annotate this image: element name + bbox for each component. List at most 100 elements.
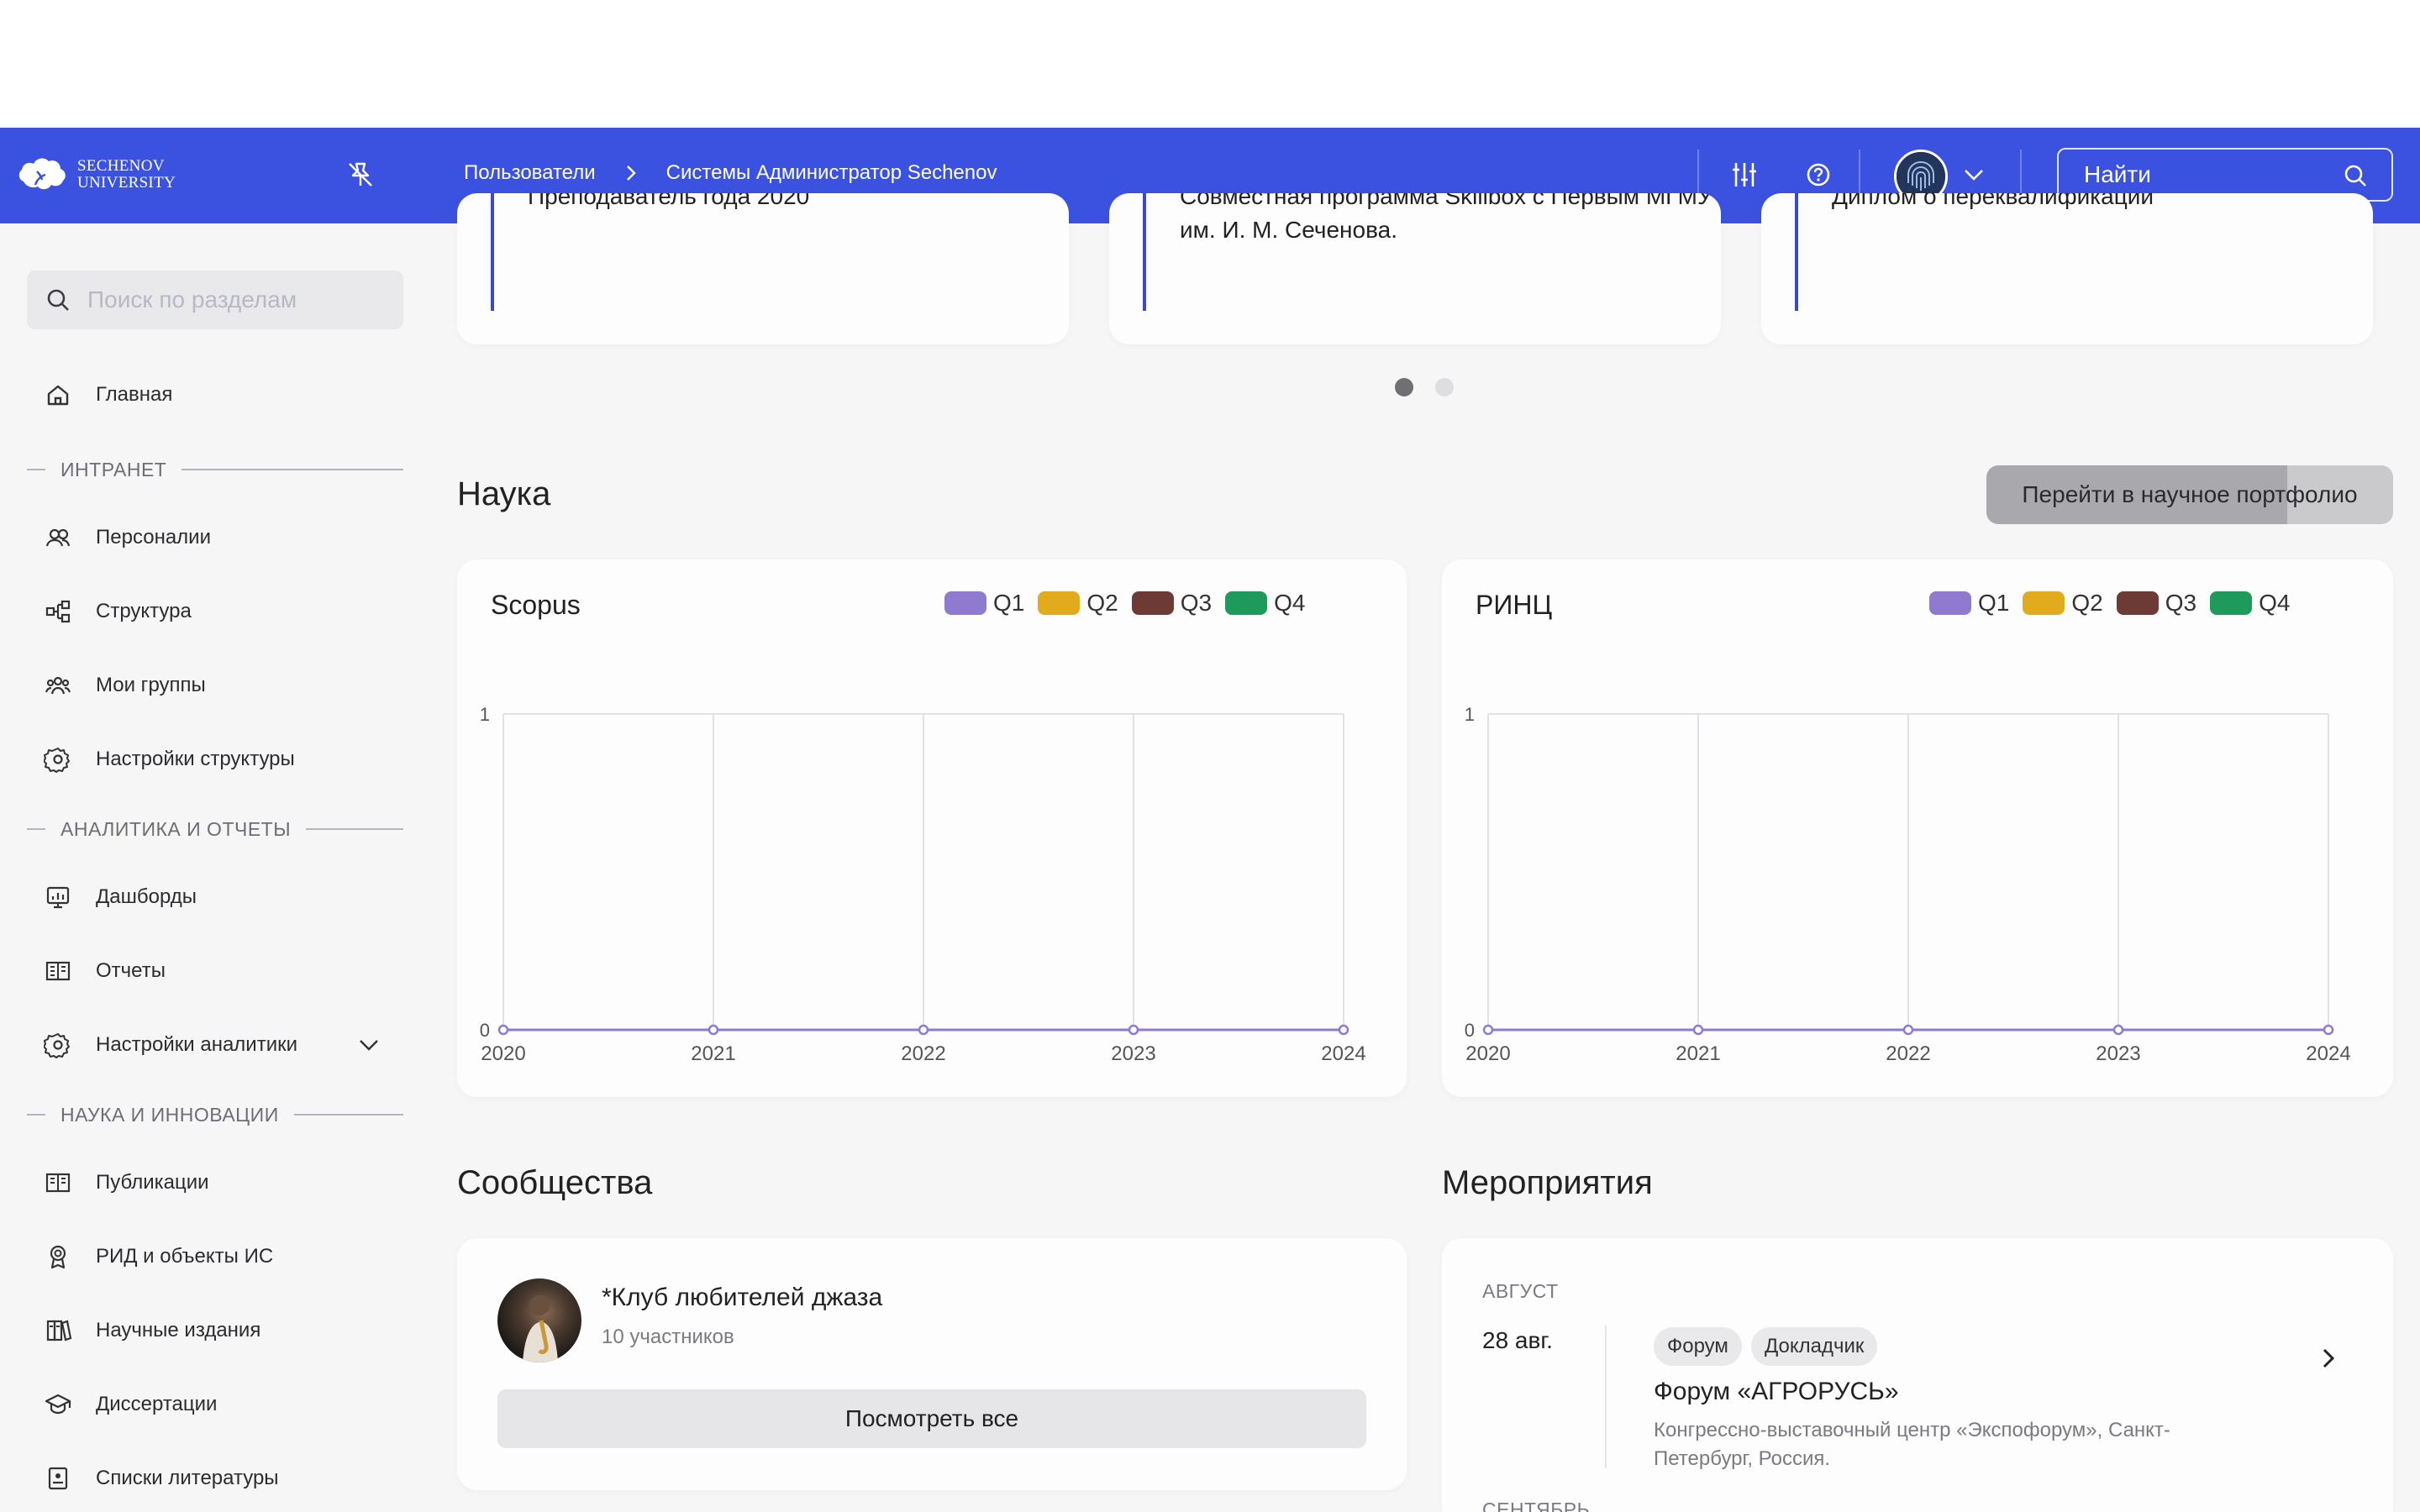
legend-label: Q4: [1274, 590, 1306, 616]
x-tick-label: 2021: [1676, 1042, 1720, 1065]
events-title: Мероприятия: [1442, 1164, 1653, 1201]
legend-item-q4[interactable]: Q4: [1225, 590, 1305, 617]
news-card[interactable]: Диплом о переквалификации: [1761, 193, 2373, 344]
chevron-down-icon[interactable]: [1961, 165, 1986, 185]
chevron-down-icon[interactable]: [356, 1035, 381, 1055]
data-point: [1692, 1024, 1704, 1036]
badge-icon: [50, 1245, 66, 1269]
chart-legend: Q1 Q2 Q3 Q4: [1929, 590, 2290, 617]
event-date: 28 авг.: [1482, 1327, 1553, 1353]
legend-label: Q2: [2071, 590, 2103, 616]
chart-title: Scopus: [491, 590, 581, 620]
help-icon[interactable]: [1802, 158, 1835, 192]
section-label: ИНТРАНЕТ: [60, 458, 167, 480]
scopus-chart-plot: 2020 2021 2022 2023 2024 0 1: [480, 704, 1366, 1065]
news-accent-bar: [491, 193, 494, 311]
data-point: [2112, 1024, 2124, 1036]
x-tick-label: 2024: [2306, 1042, 2350, 1065]
legend-label: Q2: [1086, 590, 1118, 616]
carousel-dot-active[interactable]: [1395, 378, 1413, 396]
science-portfolio-button[interactable]: Перейти в научное портфолио: [1986, 465, 2393, 524]
chevron-right-icon: [626, 165, 636, 181]
sidebar: Поиск по разделам Главная ИНТРАНЕТ Персо…: [0, 223, 429, 1512]
gear-icon: [44, 748, 70, 773]
legend-label: Q3: [1180, 590, 1213, 616]
news-card[interactable]: Преподаватель года 2020: [457, 193, 1069, 344]
event-name[interactable]: Форум «АГРОРУСЬ»: [1654, 1378, 1899, 1406]
x-tick-label: 2022: [1886, 1042, 1930, 1065]
x-tick-label: 2023: [1111, 1042, 1155, 1065]
data-point: [1482, 1024, 1494, 1036]
data-point: [1902, 1024, 1914, 1036]
events-card: АВГУСТ 28 авг. Форум Докладчик Форум «АГ…: [1442, 1238, 2393, 1512]
breadcrumb-current[interactable]: Системы Администратор Sechenov: [666, 161, 997, 185]
chevron-right-icon[interactable]: [2316, 1344, 2341, 1373]
sidebar-item-journals[interactable]: Научные издания: [44, 1314, 260, 1347]
section-intranet: ИНТРАНЕТ: [27, 457, 403, 482]
sidebar-item-analytics-settings[interactable]: Настройки аналитики: [44, 1028, 297, 1062]
legend-item-q3[interactable]: Q3: [1131, 590, 1213, 617]
sidebar-search-input[interactable]: Поиск по разделам: [27, 270, 403, 329]
legend-item-q2[interactable]: Q2: [2023, 590, 2103, 617]
gear-icon: [44, 1033, 70, 1058]
rinc-chart-plot: 2020 2021 2022 2023 2024 0 1: [1465, 704, 2351, 1065]
header-search-label: Найти: [2084, 161, 2151, 187]
x-tick-label: 2022: [901, 1042, 945, 1065]
sidebar-item-structure[interactable]: Структура: [44, 595, 192, 628]
logo-line1: SECHENOV: [77, 157, 165, 175]
section-label: АНАЛИТИКА И ОТЧЕТЫ: [60, 817, 292, 840]
event-tag: Форум: [1654, 1327, 1742, 1366]
sidebar-item-rid[interactable]: РИД и объекты ИС: [44, 1240, 273, 1273]
sidebar-item-label: Дашборды: [96, 885, 197, 908]
logo-mark-icon: [18, 158, 66, 190]
legend-item-q2[interactable]: Q2: [1038, 590, 1118, 617]
saxophone-photo-icon: [523, 1295, 558, 1362]
section-label: НАУКА И ИННОВАЦИИ: [60, 1103, 279, 1126]
news-accent-bar: [1143, 193, 1146, 311]
community-name[interactable]: *Клуб любителей джаза: [602, 1284, 882, 1312]
legend-item-q1[interactable]: Q1: [944, 590, 1024, 617]
sidebar-item-people[interactable]: Персоналии: [44, 521, 211, 554]
chart-title: РИНЦ: [1476, 590, 1553, 620]
logo-line2: UNIVERSITY: [77, 174, 176, 192]
top-blank-strip: [0, 0, 2420, 128]
y-tick-label: 0: [480, 1020, 490, 1041]
event-month: АВГУСТ: [1482, 1280, 1559, 1302]
y-tick-label: 1: [480, 704, 490, 725]
news-card[interactable]: Совместная программа Skillbox с Первым М…: [1109, 193, 1721, 344]
list-icon: [48, 1467, 68, 1490]
sidebar-item-home[interactable]: Главная: [44, 378, 172, 412]
sidebar-item-label: Структура: [96, 600, 192, 622]
sechenov-logo[interactable]: SECHENOV UNIVERSITY: [17, 153, 176, 197]
sidebar-item-dissertations[interactable]: Диссертации: [44, 1388, 217, 1421]
community-avatar[interactable]: [497, 1278, 581, 1362]
carousel-dot[interactable]: [1435, 378, 1454, 396]
event-place: Конгрессно-выставочный центр «Экспофорум…: [1654, 1419, 2170, 1470]
breadcrumb-users[interactable]: Пользователи: [464, 161, 596, 185]
sidebar-item-publications[interactable]: Публикации: [44, 1166, 209, 1200]
event-next-month: СЕНТЯБРЬ: [1482, 1499, 1591, 1512]
sidebar-item-literature-lists[interactable]: Списки литературы: [44, 1462, 279, 1495]
view-all-communities-button[interactable]: Посмотреть все: [497, 1389, 1366, 1448]
sidebar-item-my-groups[interactable]: Мои группы: [44, 669, 206, 702]
sidebar-item-dashboards[interactable]: Дашборды: [44, 880, 197, 914]
science-title: Наука: [457, 475, 551, 512]
filters-icon[interactable]: [1728, 158, 1761, 192]
sidebar-item-reports[interactable]: Отчеты: [44, 954, 166, 988]
y-tick-label: 1: [1465, 704, 1475, 725]
sidebar-item-label: Настройки аналитики: [96, 1033, 298, 1056]
graduation-icon: [45, 1394, 71, 1415]
section-science: НАУКА И ИННОВАЦИИ: [27, 1102, 403, 1127]
scopus-chart-card: Scopus Q1 Q2 Q3 Q4 2020 2021 2022 2023 2024 0…: [457, 559, 1407, 1097]
sidebar-item-label: Публикации: [96, 1171, 209, 1194]
legend-item-q4[interactable]: Q4: [2210, 590, 2290, 617]
unpin-sidebar-icon[interactable]: [345, 159, 376, 191]
search-icon: [2344, 165, 2366, 186]
search-icon: [47, 289, 69, 311]
legend-item-q1[interactable]: Q1: [1929, 590, 2009, 617]
breadcrumb: Пользователи Системы Администратор Seche…: [464, 161, 997, 185]
dashboard-icon: [46, 886, 70, 909]
legend-item-q3[interactable]: Q3: [2116, 590, 2196, 617]
x-tick-label: 2024: [1321, 1042, 1365, 1065]
sidebar-item-structure-settings[interactable]: Настройки структуры: [44, 743, 295, 776]
